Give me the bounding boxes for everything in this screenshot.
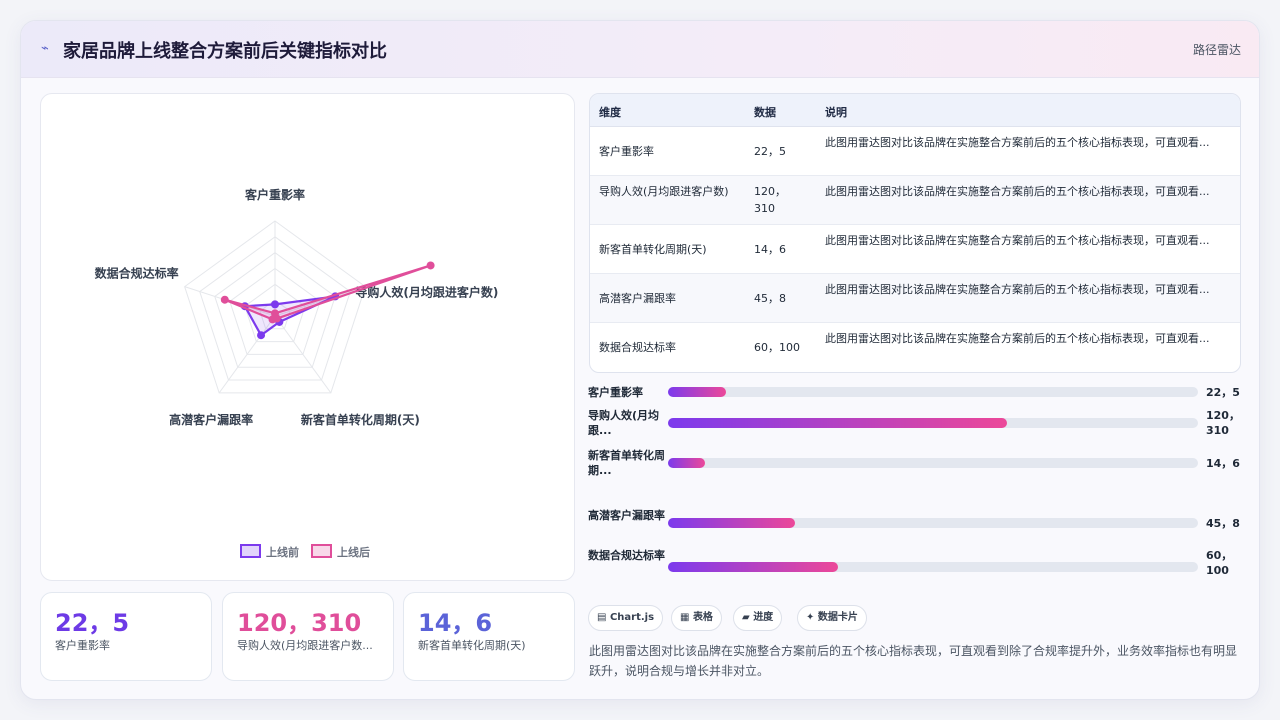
progress-value: 14，6 bbox=[1206, 457, 1240, 470]
radar-axis-label: 数据合规达标率 bbox=[95, 266, 179, 281]
table-row: 导购人效(月均跟进客户数) 120，310 此图用雷达图对比该品牌在实施整合方案… bbox=[590, 176, 1240, 225]
chip-table[interactable]: ▦ 表格 bbox=[671, 605, 722, 631]
stat-value: 120，310 bbox=[237, 609, 362, 637]
progress-track bbox=[668, 562, 1198, 572]
column-header-dimension: 维度 bbox=[599, 106, 621, 119]
chip-label: 进度 bbox=[753, 612, 774, 623]
table-row: 客户重影率 22，5 此图用雷达图对比该品牌在实施整合方案前后的五个核心指标表现… bbox=[590, 127, 1240, 176]
stat-label: 导购人效(月均跟进客户数... bbox=[237, 639, 373, 652]
radar-point bbox=[271, 300, 279, 309]
radar-point bbox=[426, 261, 435, 270]
radar-point bbox=[257, 331, 266, 340]
progress-value: 45，8 bbox=[1206, 517, 1240, 530]
cell-description: 此图用雷达图对比该品牌在实施整合方案前后的五个核心指标表现，可直观看... bbox=[825, 283, 1210, 296]
cell-dimension: 客户重影率 bbox=[599, 145, 654, 158]
progress-icon: ▰ bbox=[742, 612, 750, 623]
header-bar: ⌁ 家居品牌上线整合方案前后关键指标对比 路径雷达 bbox=[21, 21, 1259, 78]
sparkle-icon: ✦ bbox=[806, 612, 815, 623]
progress-label: 新客首单转化周期... bbox=[588, 449, 665, 477]
stat-value: 14，6 bbox=[418, 609, 493, 637]
cell-description: 此图用雷达图对比该品牌在实施整合方案前后的五个核心指标表现，可直观看... bbox=[825, 185, 1210, 198]
chart-type-badge: 路径雷达 bbox=[1192, 43, 1241, 57]
cell-data: 120，310 bbox=[754, 185, 786, 215]
radar-axis-label: 导购人效(月均跟进客户数) bbox=[355, 285, 498, 300]
table-row: 数据合规达标率 60，100 此图用雷达图对比该品牌在实施整合方案前后的五个核心… bbox=[590, 323, 1240, 372]
chip-chartjs[interactable]: ▤ Chart.js bbox=[588, 605, 664, 631]
cell-data: 22，5 bbox=[754, 145, 786, 158]
stat-card-3: 14，6 新客首单转化周期(天) bbox=[403, 592, 575, 681]
chart-line-icon: ⌁ bbox=[41, 41, 49, 56]
progress-fill bbox=[668, 562, 838, 572]
legend-swatch bbox=[240, 544, 261, 558]
progress-fill bbox=[668, 518, 796, 528]
chart-description: 此图用雷达图对比该品牌在实施整合方案前后的五个核心指标表现，可直观看到除了合规率… bbox=[589, 644, 1238, 678]
progress-fill bbox=[668, 387, 727, 397]
progress-track bbox=[668, 518, 1198, 528]
cell-data: 60，100 bbox=[754, 341, 800, 354]
legend-label: 上线后 bbox=[337, 545, 370, 559]
stat-label: 客户重影率 bbox=[55, 639, 110, 652]
stat-card-1: 22，5 客户重影率 bbox=[40, 592, 212, 681]
radar-axis-label: 客户重影率 bbox=[244, 187, 305, 202]
progress-value: 60，100 bbox=[1206, 549, 1233, 577]
legend-label: 上线前 bbox=[266, 545, 299, 559]
chip-label: Chart.js bbox=[609, 612, 655, 623]
table-icon: ▦ bbox=[680, 612, 690, 623]
radar-axis-label: 新客首单转化周期(天) bbox=[301, 412, 420, 427]
radar-axis-label: 高潜客户漏跟率 bbox=[169, 412, 253, 427]
progress-label: 导购人效(月均跟... bbox=[588, 409, 660, 437]
chip-progress[interactable]: ▰ 进度 bbox=[733, 605, 783, 631]
progress-value: 120，310 bbox=[1206, 409, 1240, 437]
table-row: 新客首单转化周期(天) 14，6 此图用雷达图对比该品牌在实施整合方案前后的五个… bbox=[590, 225, 1240, 274]
dashboard-card: ⌁ 家居品牌上线整合方案前后关键指标对比 路径雷达 客户重影率导购人效(月均跟进… bbox=[20, 20, 1260, 700]
progress-fill bbox=[668, 458, 706, 468]
chip-data-card[interactable]: ✦ 数据卡片 bbox=[797, 605, 867, 631]
progress-track bbox=[668, 458, 1198, 468]
cell-dimension: 高潜客户漏跟率 bbox=[599, 292, 676, 305]
progress-label: 数据合规达标率 bbox=[588, 549, 665, 562]
chip-label: 数据卡片 bbox=[817, 612, 858, 623]
radar-point bbox=[220, 295, 229, 304]
column-header-description: 说明 bbox=[825, 106, 847, 119]
chart-icon: ▤ bbox=[597, 612, 607, 623]
page-title: 家居品牌上线整合方案前后关键指标对比 bbox=[63, 41, 387, 62]
radar-point bbox=[268, 315, 277, 324]
data-table: 维度 数据 说明 客户重影率 22，5 此图用雷达图对比该品牌在实施整合方案前后… bbox=[589, 93, 1241, 373]
stat-value: 22，5 bbox=[55, 609, 130, 637]
cell-data: 14，6 bbox=[754, 243, 786, 256]
progress-label: 高潜客户漏跟率 bbox=[588, 509, 665, 522]
cell-description: 此图用雷达图对比该品牌在实施整合方案前后的五个核心指标表现，可直观看... bbox=[825, 136, 1210, 149]
stat-label: 新客首单转化周期(天) bbox=[418, 639, 526, 652]
column-header-data: 数据 bbox=[754, 106, 776, 119]
cell-dimension: 新客首单转化周期(天) bbox=[599, 243, 707, 256]
progress-track bbox=[668, 387, 1198, 397]
progress-label: 客户重影率 bbox=[588, 386, 643, 399]
cell-description: 此图用雷达图对比该品牌在实施整合方案前后的五个核心指标表现，可直观看... bbox=[825, 234, 1210, 247]
cell-description: 此图用雷达图对比该品牌在实施整合方案前后的五个核心指标表现，可直观看... bbox=[825, 332, 1210, 345]
table-row: 高潜客户漏跟率 45，8 此图用雷达图对比该品牌在实施整合方案前后的五个核心指标… bbox=[590, 274, 1240, 323]
cell-dimension: 数据合规达标率 bbox=[599, 341, 676, 354]
progress-fill bbox=[668, 418, 1008, 428]
stat-card-2: 120，310 导购人效(月均跟进客户数... bbox=[222, 592, 394, 681]
radar-chart-panel: 客户重影率导购人效(月均跟进客户数) 新客首单转化周期(天) 高潜客户漏跟率 数据合规… bbox=[40, 93, 575, 581]
progress-value: 22，5 bbox=[1206, 386, 1240, 399]
cell-dimension: 导购人效(月均跟进客户数) bbox=[599, 185, 729, 198]
chip-label: 表格 bbox=[692, 612, 713, 623]
cell-data: 45，8 bbox=[754, 292, 786, 305]
radar-chart: 客户重影率导购人效(月均跟进客户数) 新客首单转化周期(天) 高潜客户漏跟率 数据合规… bbox=[95, 187, 499, 559]
legend-swatch bbox=[311, 544, 332, 558]
table-header: 维度 数据 说明 bbox=[590, 94, 1240, 127]
progress-track bbox=[668, 418, 1198, 428]
